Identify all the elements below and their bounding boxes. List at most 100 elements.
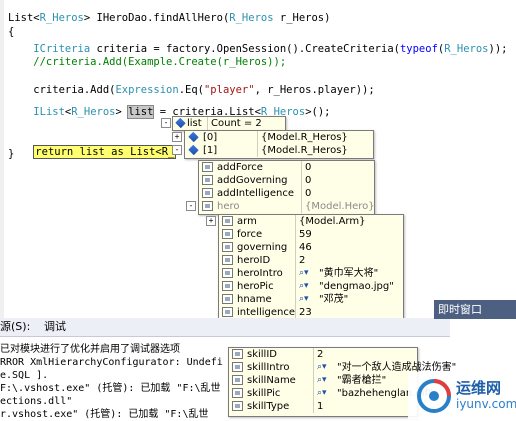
datatip-value: "霸者槍拦" — [337, 375, 387, 386]
visualizer-icon[interactable]: ⌕▾ — [299, 267, 309, 280]
code-token: return list as List<R_ — [33, 145, 177, 159]
expand-button[interactable]: + — [172, 132, 182, 142]
code-token: Expression — [115, 84, 179, 96]
collapse-button[interactable]: - — [172, 145, 182, 155]
code-token: r_Heros) — [273, 12, 331, 24]
column-separator — [207, 117, 208, 130]
datatip-skill[interactable]: skillID 2 skillIntro ⌕▾ "对一个敌人造成战法伤害" skillNa… — [228, 347, 456, 417]
datatip-row[interactable]: heroIntro ⌕▾ "黄巾军大将" — [219, 267, 403, 280]
datatip-name: skillType — [247, 401, 290, 412]
code-token: >(); — [305, 106, 331, 118]
datatip-row[interactable]: skillType 1 — [229, 400, 417, 413]
datatip-row[interactable]: skillPic ⌕▾ "bazhehenglan.gif" — [229, 387, 433, 400]
expand-button[interactable]: + — [206, 216, 216, 226]
column-separator — [313, 348, 314, 361]
datatip-row[interactable]: skillID 2 — [229, 348, 417, 361]
datatip-row[interactable]: addGoverning 0 — [199, 174, 374, 187]
property-icon — [222, 255, 233, 265]
datatip-value: 0 — [305, 162, 312, 173]
datatip-row[interactable]: heroID 2 — [219, 254, 403, 267]
datatip-row[interactable]: addForce 0 — [199, 161, 374, 174]
column-separator — [313, 361, 314, 374]
visualizer-icon[interactable]: ⌕▾ — [299, 280, 309, 293]
code-line: //criteria.Add(Example.Create(r_Heros)); — [8, 56, 286, 69]
code-line: criteria.Add(Expression.Eq("player", r_H… — [8, 84, 375, 97]
datatip-row[interactable]: skillName ⌕▾ "霸者槍拦" — [229, 374, 417, 387]
datatip-name: arm — [237, 216, 257, 227]
code-token: { — [8, 26, 15, 38]
property-icon — [222, 242, 233, 252]
property-icon — [188, 144, 199, 156]
expand-button[interactable]: - — [161, 118, 171, 128]
datatip-name: force — [237, 229, 263, 240]
datatip-name: addGoverning — [217, 175, 288, 186]
visualizer-icon[interactable]: ⌕▾ — [299, 293, 309, 306]
datatip-value: 0 — [305, 188, 312, 199]
datatip-name: heroPic — [237, 281, 274, 292]
column-separator — [295, 215, 296, 228]
property-icon — [232, 401, 243, 411]
output-line: e.SQL ]. — [0, 370, 49, 381]
datatip-value: 1 — [317, 401, 324, 412]
property-icon — [232, 362, 243, 372]
datatip-name: skillName — [247, 375, 296, 386]
datatip-row[interactable]: governing 46 — [219, 241, 403, 254]
datatip-value: 0 — [305, 175, 312, 186]
code-line: List<R_Heros> IHeroDao.findAllHero(R_Her… — [8, 12, 330, 25]
code-token: } — [8, 148, 15, 160]
code-token: criteria = factory.OpenSession().CreateC… — [90, 43, 400, 55]
watermark-en: iyunv.com — [456, 397, 516, 411]
datatip-row[interactable]: addIntelligence 0 — [199, 187, 374, 200]
datatip-name: [0] — [203, 132, 218, 143]
datatip-row[interactable]: hname ⌕▾ "邓茂" — [219, 293, 403, 306]
output-line: ections.dll" — [0, 396, 73, 407]
collapse-button[interactable]: - — [186, 201, 196, 211]
datatip-name: heroID — [237, 255, 271, 266]
datatip-row[interactable]: + arm {Model.Arm} — [206, 215, 403, 228]
datatip-name: hname — [237, 294, 272, 305]
output-line: r.vshost.exe" (托管): 已加载 "F:\乱世 — [0, 409, 209, 420]
datatip-row[interactable]: force 59 — [219, 228, 403, 241]
code-token: , r_Heros.player)); — [254, 84, 375, 96]
code-token: IList — [33, 106, 65, 118]
datatip-items[interactable]: + [0] {Model.R_Heros} - [1] {Model.R_Heros} — [172, 130, 374, 159]
datatip-row[interactable]: - hero {Model.Hero} — [186, 200, 375, 213]
code-line: { — [8, 26, 14, 39]
datatip-row[interactable]: heroPic ⌕▾ "dengmao.jpg" — [219, 280, 403, 293]
datatip-row[interactable]: - [1] {Model.R_Heros} — [172, 144, 373, 157]
code-token: R_Heros — [71, 106, 116, 118]
datatip-value: "dengmao.jpg" — [319, 281, 394, 292]
column-separator — [313, 400, 314, 413]
datatip-value: 46 — [299, 242, 312, 253]
property-icon — [232, 388, 243, 398]
datatip-r-heros-1[interactable]: addForce 0 addGoverning 0 addIntelligence 0 - h… — [186, 160, 375, 215]
datatip-name: addForce — [217, 162, 263, 173]
output-source-select[interactable]: 调试 — [44, 318, 66, 336]
datatip-row[interactable]: + [0] {Model.R_Heros} — [172, 131, 373, 144]
visualizer-icon[interactable]: ⌕▾ — [317, 374, 327, 387]
property-icon — [202, 175, 213, 185]
output-line: 已对模块进行了优化并启用了调试器选项 — [0, 344, 180, 355]
datatip-list[interactable]: - list Count = 2 — [161, 116, 286, 131]
output-line: F:\.vshost.exe" (托管): 已加载 "F:\乱世 — [0, 383, 221, 394]
property-icon — [222, 281, 233, 291]
datatip-row-list[interactable]: - list Count = 2 — [161, 117, 285, 130]
code-token: R_Heros — [39, 12, 84, 24]
code-token: list — [127, 105, 155, 119]
column-separator — [295, 254, 296, 267]
visualizer-icon[interactable]: ⌕▾ — [317, 361, 327, 374]
datatip-row[interactable]: skillIntro ⌕▾ "对一个敌人造成战法伤害" — [229, 361, 456, 374]
code-token: > IHeroDao.findAllHero( — [83, 12, 230, 24]
datatip-name: [1] — [203, 145, 218, 156]
column-separator — [301, 161, 302, 174]
tab-immediate-window[interactable]: 即时窗口 — [434, 300, 516, 319]
datatip-name: skillIntro — [247, 362, 290, 373]
column-separator — [295, 280, 296, 293]
visualizer-icon[interactable]: ⌕▾ — [317, 387, 327, 400]
column-separator — [295, 228, 296, 241]
code-token: typeof — [399, 43, 438, 55]
datatip-name: governing — [237, 242, 288, 253]
code-token: .Eq( — [178, 84, 204, 96]
code-line: } — [8, 148, 14, 161]
